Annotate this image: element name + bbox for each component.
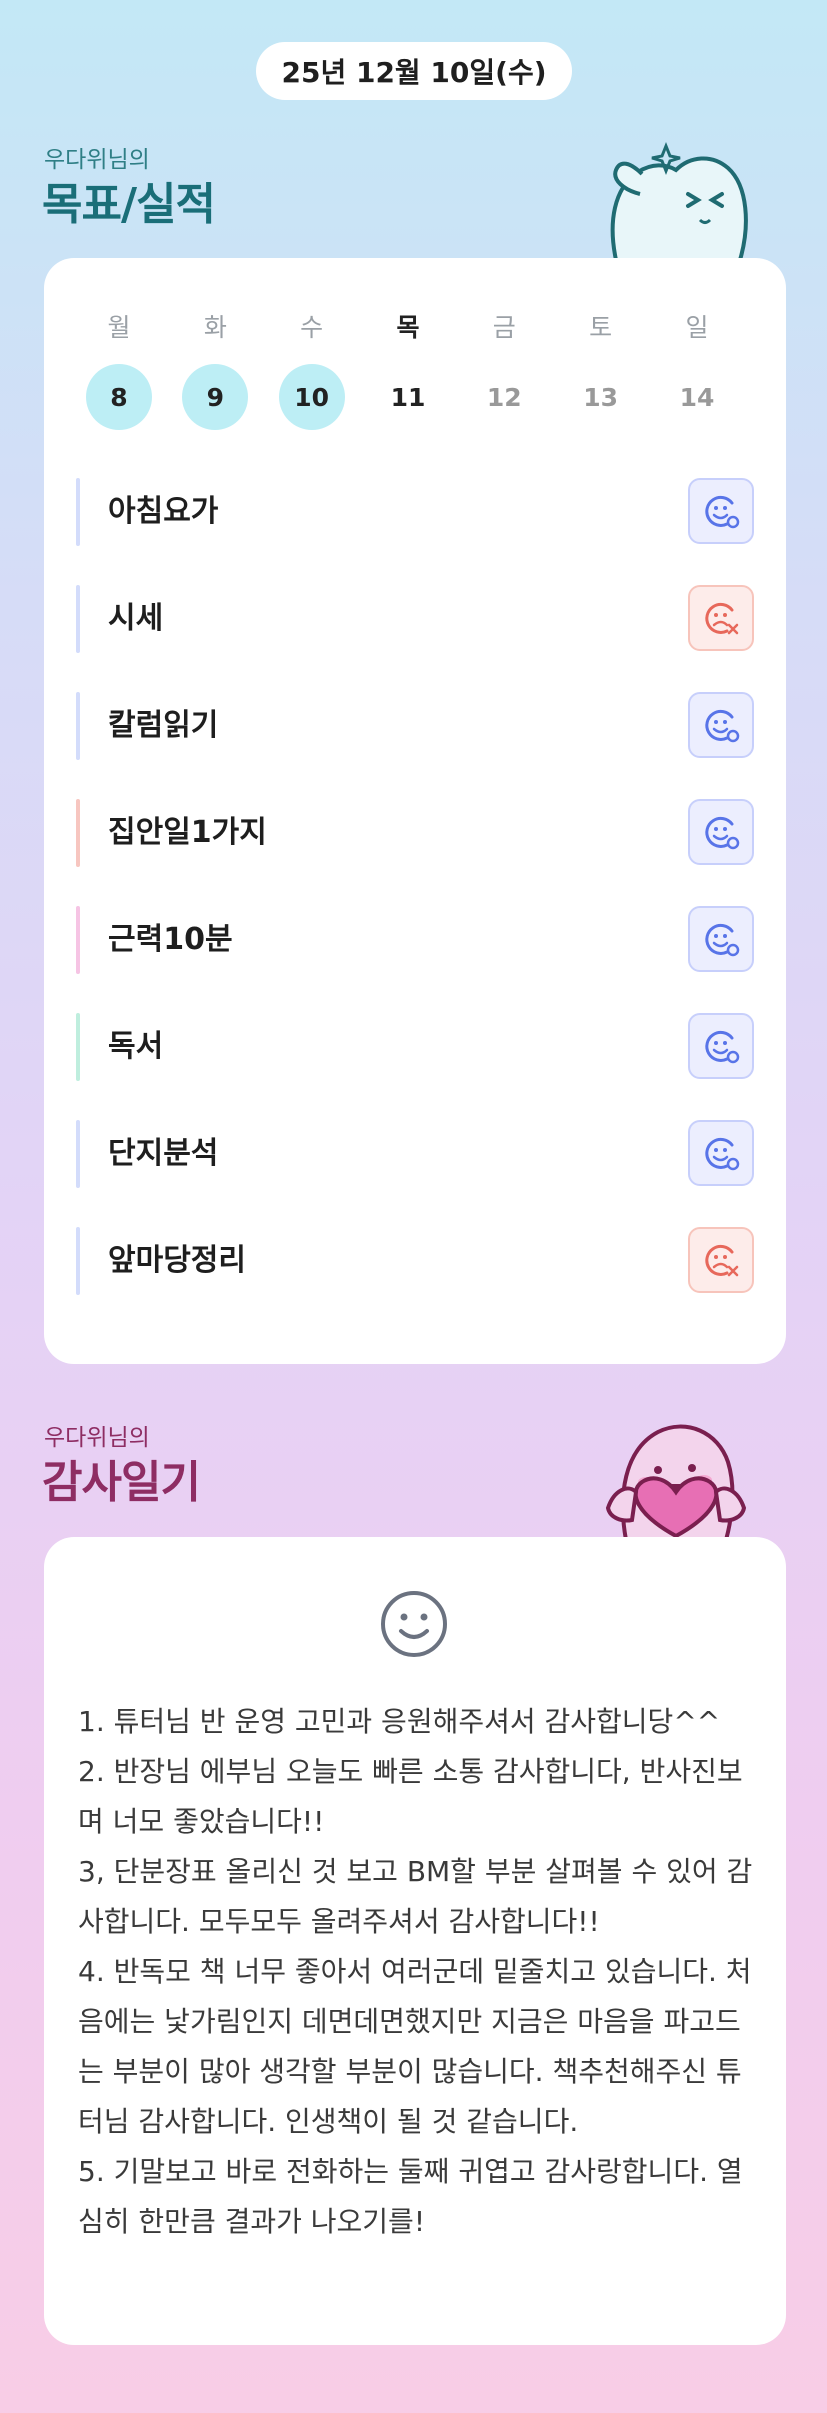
- goal-label: 독서: [108, 1029, 164, 1064]
- day-mon[interactable]: 월 8: [74, 310, 164, 430]
- waving-mascot-icon: [610, 141, 748, 262]
- day-name: 목: [396, 313, 420, 342]
- day-name: 토: [589, 313, 613, 342]
- goal-label: 칼럼읽기: [108, 708, 219, 743]
- day-wed[interactable]: 수 10: [267, 310, 357, 430]
- goal-row: 아침요가: [76, 478, 754, 546]
- success-face-icon: [705, 816, 740, 850]
- diary-card: 1. 튜터님 반 운영 고민과 응원해주셔서 감사합니당^^ 2. 반장님 에부…: [44, 1537, 786, 2345]
- goal-color-bar: [76, 906, 80, 974]
- day-sun[interactable]: 일 14: [652, 310, 742, 430]
- success-face-icon: [705, 1030, 740, 1064]
- success-face-icon: [705, 923, 740, 957]
- goal-label: 아침요가: [108, 494, 219, 529]
- day-number: 13: [583, 382, 619, 412]
- goal-status-button[interactable]: [688, 1120, 754, 1186]
- goal-label: 집안일1가지: [108, 815, 267, 850]
- success-face-icon: [705, 495, 740, 529]
- goal-row: 독서: [76, 1013, 754, 1081]
- day-thu[interactable]: 목 11: [363, 310, 453, 430]
- goals-title: 목표/실적: [42, 179, 216, 230]
- goal-row: 단지분석: [76, 1120, 754, 1188]
- fail-face-icon: [705, 602, 739, 635]
- goal-color-bar: [76, 799, 80, 867]
- smile-icon: [381, 1591, 447, 1657]
- goal-color-bar: [76, 478, 80, 546]
- day-name: 일: [685, 313, 709, 342]
- day-sat[interactable]: 토 13: [556, 310, 646, 430]
- goal-color-bar: [76, 692, 80, 760]
- diary-text: 1. 튜터님 반 운영 고민과 응원해주셔서 감사합니당^^ 2. 반장님 에부…: [78, 1705, 753, 2238]
- goal-row: 시세: [76, 585, 754, 653]
- date-pill: 25년 12월 10일(수): [256, 42, 572, 100]
- goal-color-bar: [76, 1013, 80, 1081]
- goal-status-button[interactable]: [688, 799, 754, 865]
- goals-card: 월 8 화 9 수 10 목 11 금 12 토 13 일 14 아침요가 시세…: [44, 258, 786, 1364]
- goal-label: 단지분석: [108, 1136, 219, 1171]
- day-name: 월: [107, 313, 131, 342]
- day-name: 화: [203, 313, 227, 342]
- goal-status-button[interactable]: [688, 1227, 754, 1293]
- day-name: 수: [300, 313, 324, 342]
- goal-color-bar: [76, 585, 80, 653]
- day-number: 8: [86, 364, 152, 430]
- day-number: 10: [278, 364, 345, 430]
- day-number: 14: [679, 382, 715, 412]
- goal-row: 근력10분: [76, 906, 754, 974]
- diary-title: 감사일기: [42, 1457, 201, 1508]
- goal-status-button[interactable]: [688, 906, 754, 972]
- goal-color-bar: [76, 1120, 80, 1188]
- week-selector: 월 8 화 9 수 10 목 11 금 12 토 13 일 14: [74, 310, 742, 430]
- success-face-icon: [705, 1137, 740, 1171]
- goal-status-button[interactable]: [688, 478, 754, 544]
- date-label: 25년 12월 10일(수): [281, 56, 547, 89]
- goal-label: 시세: [108, 601, 164, 636]
- fail-face-icon: [705, 1244, 739, 1277]
- day-tue[interactable]: 화 9: [170, 310, 260, 430]
- heart-mascot-icon: [605, 1424, 747, 1540]
- day-fri[interactable]: 금 12: [459, 310, 549, 430]
- goal-label: 근력10분: [108, 922, 233, 957]
- success-face-icon: [705, 709, 740, 743]
- goal-label: 앞마당정리: [108, 1243, 246, 1278]
- goal-status-button[interactable]: [688, 692, 754, 758]
- day-number: 12: [486, 382, 522, 412]
- goal-row: 집안일1가지: [76, 799, 754, 867]
- day-number: 9: [182, 364, 249, 430]
- day-number: 11: [390, 382, 426, 412]
- goal-row: 앞마당정리: [76, 1227, 754, 1295]
- day-name: 금: [492, 313, 516, 342]
- goal-status-button[interactable]: [688, 1013, 754, 1079]
- goal-status-button[interactable]: [688, 585, 754, 651]
- goal-color-bar: [76, 1227, 80, 1295]
- goal-row: 칼럼읽기: [76, 692, 754, 760]
